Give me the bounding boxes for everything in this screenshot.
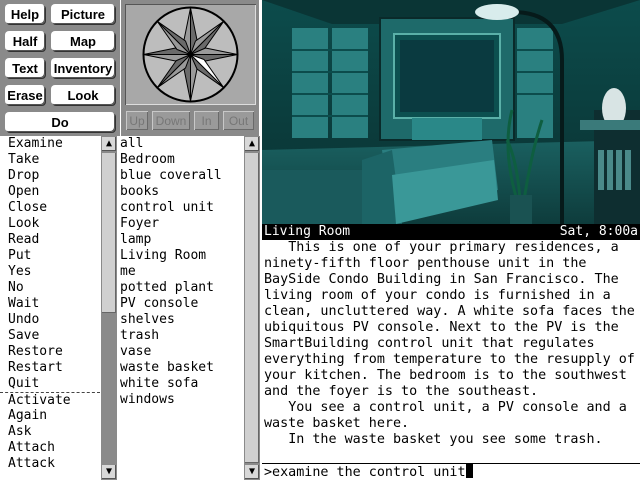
object-item[interactable]: white sofa — [118, 376, 244, 392]
object-item[interactable]: Bedroom — [118, 152, 244, 168]
text-line: everything from temperature to the resup… — [264, 352, 635, 367]
object-item[interactable]: shelves — [118, 312, 244, 328]
object-item[interactable]: PV console — [118, 296, 244, 312]
verb-item[interactable]: Read — [0, 232, 100, 248]
object-item[interactable]: Living Room — [118, 248, 244, 264]
verb-item[interactable]: Open — [0, 184, 100, 200]
up-arrow-icon[interactable]: ▲ — [102, 137, 116, 151]
up-arrow-icon[interactable]: ▲ — [245, 137, 259, 151]
verb-item[interactable]: Close — [0, 200, 100, 216]
object-item[interactable]: all — [118, 136, 244, 152]
object-item[interactable]: books — [118, 184, 244, 200]
object-item[interactable]: lamp — [118, 232, 244, 248]
help-button[interactable]: Help — [5, 4, 45, 24]
text-line: This is one of your primary residences, … — [264, 240, 619, 255]
verb-item[interactable]: Put — [0, 248, 100, 264]
room-name: Living Room — [264, 224, 351, 239]
text-line: clean, uncluttered way. A white sofa fac… — [264, 304, 635, 319]
verb-item[interactable]: Quit — [0, 376, 100, 392]
verb-item[interactable]: Restore — [0, 344, 100, 360]
picture-button[interactable]: Picture — [51, 4, 115, 24]
out-direction-button[interactable]: Out — [223, 111, 254, 130]
verb-item[interactable]: Take — [0, 152, 100, 168]
command-input[interactable]: >examine the control unit — [262, 463, 640, 480]
verb-item[interactable]: No — [0, 280, 100, 296]
up-direction-button[interactable]: Up — [126, 111, 148, 130]
verb-item[interactable]: Save — [0, 328, 100, 344]
in-direction-button[interactable]: In — [194, 111, 219, 130]
do-button[interactable]: Do — [5, 112, 115, 132]
object-item[interactable]: control unit — [118, 200, 244, 216]
look-button[interactable]: Look — [51, 85, 115, 105]
text-line: BaySide Condo Building in San Francisco.… — [264, 272, 619, 287]
object-item[interactable]: trash — [118, 328, 244, 344]
object-item[interactable]: potted plant — [118, 280, 244, 296]
text-line: living room of your condo is furnished i… — [264, 288, 611, 303]
text-button[interactable]: Text — [5, 58, 45, 78]
game-time: Sat, 8:00a — [559, 224, 638, 239]
half-button[interactable]: Half — [5, 31, 45, 51]
status-bar: Living Room Sat, 8:00a — [262, 224, 640, 240]
object-item[interactable]: windows — [118, 392, 244, 408]
object-scroll-thumb[interactable] — [245, 153, 259, 463]
verb-item[interactable]: Undo — [0, 312, 100, 328]
narrative-text: This is one of your primary residences, … — [262, 240, 640, 464]
object-item[interactable]: vase — [118, 344, 244, 360]
verb-item[interactable]: Wait — [0, 296, 100, 312]
compass-rose-icon[interactable] — [125, 4, 256, 105]
verb-item[interactable]: Yes — [0, 264, 100, 280]
verb-scrollbar[interactable]: ▲ ▼ — [101, 136, 117, 480]
verb-item[interactable]: Restart — [0, 360, 100, 376]
text-line: In the waste basket you see some trash. — [264, 432, 603, 447]
compass-panel: Up Down In Out — [121, 0, 259, 136]
text-line: your kitchen. The bedroom is to the sout… — [264, 368, 627, 383]
verb-item[interactable]: Activate — [0, 392, 100, 408]
verb-item[interactable]: Ask — [0, 424, 100, 440]
compass-well — [125, 4, 256, 105]
object-item[interactable]: waste basket — [118, 360, 244, 376]
map-button[interactable]: Map — [51, 31, 115, 51]
verb-item[interactable]: Attack — [0, 456, 100, 472]
text-cursor — [465, 464, 473, 478]
object-list: all Bedroom blue coverall books control … — [118, 136, 244, 480]
object-item[interactable]: Foyer — [118, 216, 244, 232]
command-text[interactable]: >examine the control unit — [264, 465, 466, 480]
object-item[interactable]: blue coverall — [118, 168, 244, 184]
down-arrow-icon[interactable]: ▼ — [102, 465, 116, 479]
text-line: SmartBuilding control unit that regulate… — [264, 336, 595, 351]
inventory-button[interactable]: Inventory — [51, 58, 115, 78]
verb-item[interactable]: Examine — [0, 136, 100, 152]
object-item[interactable]: me — [118, 264, 244, 280]
text-line: and the foyer is to the southeast. — [264, 384, 539, 399]
verb-item[interactable]: Drop — [0, 168, 100, 184]
text-line: waste basket here. — [264, 416, 410, 431]
object-scrollbar[interactable]: ▲ ▼ — [244, 136, 260, 480]
erase-button[interactable]: Erase — [5, 85, 45, 105]
verb-list: Examine Take Drop Open Close Look Read P… — [0, 136, 100, 480]
scene-picture — [262, 0, 640, 224]
command-button-panel: Help Picture Half Map Text Inventory Era… — [0, 0, 120, 136]
text-line: ubiquitous PV console. Next to the PV is… — [264, 320, 619, 335]
down-arrow-icon[interactable]: ▼ — [245, 465, 259, 479]
down-direction-button[interactable]: Down — [152, 111, 190, 130]
verb-item[interactable]: Again — [0, 408, 100, 424]
text-line: ninety-fifth floor penthouse unit in the — [264, 256, 587, 271]
verb-item[interactable]: Attach — [0, 440, 100, 456]
verb-scroll-thumb[interactable] — [102, 153, 116, 313]
text-line: You see a control unit, a PV console and… — [264, 400, 627, 415]
verb-item[interactable]: Look — [0, 216, 100, 232]
